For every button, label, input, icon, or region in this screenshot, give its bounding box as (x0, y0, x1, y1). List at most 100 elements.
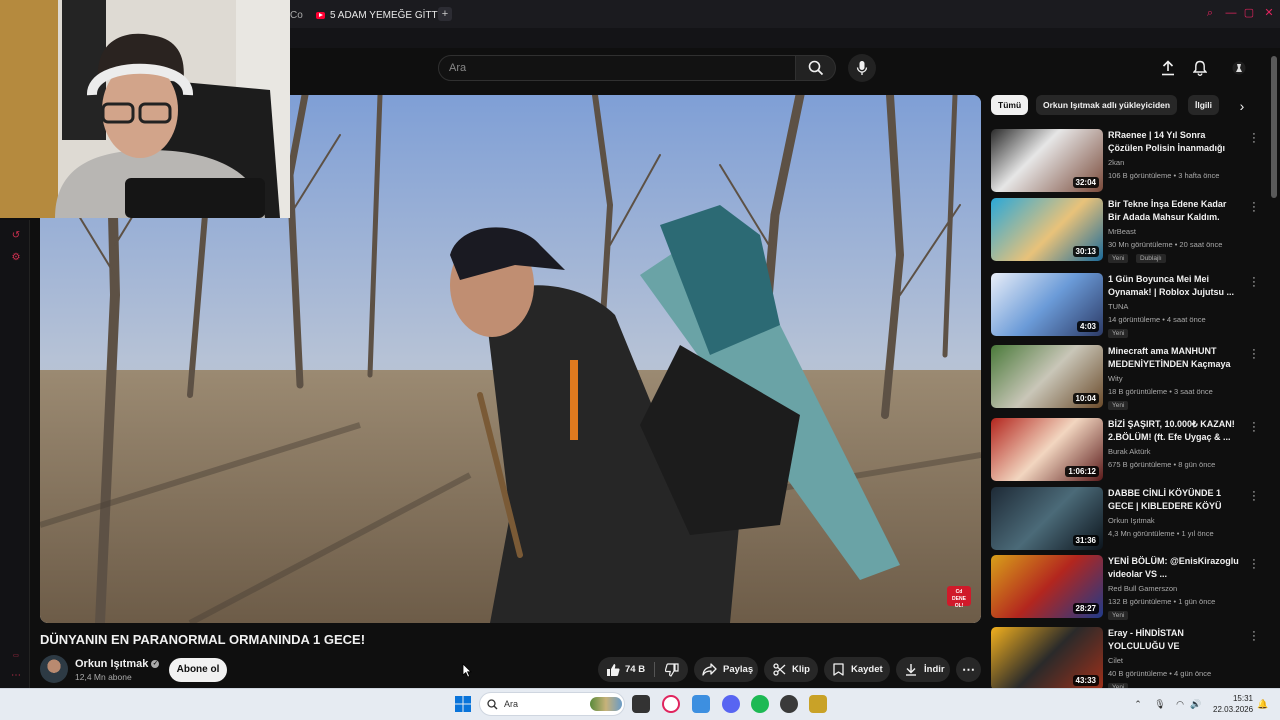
settings-icon[interactable]: ⚙ (10, 252, 22, 264)
video-title[interactable]: Eray - HİNDİSTAN YOLCULUĞU VE HİNDİSTAND… (1108, 627, 1240, 653)
channel-avatar[interactable] (40, 655, 68, 683)
video-title[interactable]: YENİ BÖLÜM: @EnisKirazoglu videolar VS .… (1108, 555, 1240, 581)
search-tabs-icon[interactable]: ⌕ (1203, 6, 1217, 20)
page-scrollbar[interactable] (1271, 56, 1277, 198)
video-title[interactable]: 1 Gün Boyunca Mei Mei Oynamak! | Roblox … (1108, 273, 1240, 299)
tray-overflow-icon[interactable]: ⌃ (1132, 698, 1144, 710)
more-vertical-icon[interactable]: · · · (1250, 418, 1258, 437)
app-icon-settings[interactable] (692, 695, 710, 713)
youtube-favicon-icon (316, 11, 325, 19)
start-button[interactable] (454, 695, 472, 713)
tab-active-video[interactable]: 5 ADAM YEMEĞE GİTTİK, (316, 6, 450, 24)
history-icon[interactable]: ↺ (10, 230, 22, 242)
recommendation-item[interactable]: 4:03 1 Gün Boyunca Mei Mei Oynamak! | Rob… (991, 273, 1261, 339)
more-vertical-icon[interactable]: · · · (1250, 273, 1258, 292)
new-badge: Yeni (1108, 401, 1129, 410)
channel-name[interactable]: Cilet (1108, 656, 1123, 665)
maximize-icon[interactable]: ▢ (1242, 6, 1256, 20)
create-upload-button[interactable] (1158, 58, 1178, 78)
recommendation-item[interactable]: 32:04 RRaenee | 14 Yıl Sonra Çözülen Poli… (991, 129, 1261, 195)
notifications-button[interactable] (1190, 58, 1210, 78)
video-title[interactable]: DABBE CİNLİ KÖYÜNDE 1 GECE | KIBLEDERE K… (1108, 487, 1240, 513)
notification-center-icon[interactable]: 🔔 (1257, 698, 1269, 710)
game-launcher-icon[interactable] (809, 695, 827, 713)
share-label: Paylaş (723, 664, 754, 675)
like-button[interactable]: 74 B (598, 663, 654, 677)
search-highlight-image (590, 697, 622, 711)
discord-icon[interactable] (722, 695, 740, 713)
video-thumbnail[interactable]: 10:04 (991, 345, 1103, 408)
close-window-icon[interactable]: ✕ (1262, 6, 1276, 20)
search-icon (808, 60, 823, 76)
more-vertical-icon[interactable]: · · · (1250, 627, 1258, 646)
more-vertical-icon[interactable]: · · · (1250, 487, 1258, 506)
search-button[interactable] (796, 55, 836, 81)
sidebar-setup-icon[interactable]: ▭ (10, 650, 22, 662)
voice-search-button[interactable] (848, 54, 876, 82)
chip-from-uploader[interactable]: Orkun Işıtmak adlı yükleyiciden (1036, 95, 1178, 115)
more-vertical-icon[interactable]: · · · (1250, 129, 1258, 148)
channel-name[interactable]: Wity (1108, 374, 1123, 383)
clip-button[interactable]: Klip (764, 657, 818, 682)
volume-icon[interactable]: 🔊 (1190, 698, 1202, 710)
video-thumbnail[interactable]: 43:33 (991, 627, 1103, 690)
more-horizontal-icon: ⋯ (962, 661, 975, 677)
video-thumbnail[interactable]: 1:06:12 (991, 418, 1103, 481)
chevron-right-icon[interactable]: › (1234, 98, 1250, 114)
more-icon[interactable]: ⋯ (10, 670, 22, 682)
more-vertical-icon[interactable]: · · · (1250, 555, 1258, 574)
search-input[interactable] (449, 56, 789, 80)
channel-name[interactable]: 2kan (1108, 158, 1124, 167)
recommendation-item[interactable]: 43:33 Eray - HİNDİSTAN YOLCULUĞU VE HİNDİ… (991, 627, 1261, 693)
recommendation-item[interactable]: 31:36 DABBE CİNLİ KÖYÜNDE 1 GECE | KIBLED… (991, 487, 1261, 553)
channel-name[interactable]: Burak Aktürk (1108, 447, 1151, 456)
dislike-button[interactable] (655, 662, 688, 677)
view-count: 106 B görüntüleme (1108, 171, 1172, 180)
save-button[interactable]: Kaydet (824, 657, 890, 682)
recommendation-item[interactable]: 10:04 Minecraft ama MANHUNT MEDENİYETİNDE… (991, 345, 1261, 411)
spotify-icon[interactable] (751, 695, 769, 713)
new-tab-button[interactable]: + (438, 7, 452, 21)
video-thumbnail[interactable]: 30:13 (991, 198, 1103, 261)
video-thumbnail[interactable]: 31:36 (991, 487, 1103, 550)
channel-name[interactable]: TUNA (1108, 302, 1128, 311)
more-vertical-icon[interactable]: · · · (1250, 345, 1258, 364)
video-title[interactable]: Minecraft ama MANHUNT MEDENİYETİNDEN Kaç… (1108, 345, 1240, 371)
video-thumbnail[interactable]: 32:04 (991, 129, 1103, 192)
video-title[interactable]: BİZİ ŞAŞIRT, 10.000₺ KAZAN! 2.BÖLÜM! (ft… (1108, 418, 1240, 444)
taskbar-clock[interactable]: 15:31 22.03.2026 (1213, 693, 1253, 715)
video-meta: 132 B görüntüleme • 1 gün önce (1108, 597, 1216, 606)
video-thumbnail[interactable]: 4:03 (991, 273, 1103, 336)
tab-partial[interactable]: Co (290, 6, 303, 24)
chip-related[interactable]: İlgili (1188, 95, 1219, 115)
webcam-overlay (0, 0, 290, 218)
minimize-icon[interactable]: — (1224, 6, 1238, 20)
wifi-icon[interactable]: ◠ (1174, 698, 1186, 710)
task-view-icon[interactable] (632, 695, 650, 713)
channel-name[interactable]: Red Bull Gamerszon (1108, 584, 1177, 593)
recommendation-item[interactable]: 1:06:12 BİZİ ŞAŞIRT, 10.000₺ KAZAN! 2.BÖL… (991, 418, 1261, 484)
tray-mic-icon[interactable]: 🎙 (1154, 698, 1166, 710)
video-duration: 30:13 (1072, 246, 1099, 257)
opera-gx-icon[interactable] (662, 695, 680, 713)
subscribe-overlay-badge[interactable]: Cd DENE OL! (947, 586, 971, 609)
recommendation-item[interactable]: 30:13 Bir Tekne İnşa Edene Kadar Bir Adad… (991, 198, 1261, 264)
upload-age: 3 saat önce (1174, 387, 1213, 396)
view-count: 132 B görüntüleme (1108, 597, 1172, 606)
chip-all[interactable]: Tümü (991, 95, 1029, 115)
video-title[interactable]: RRaenee | 14 Yıl Sonra Çözülen Polisin İ… (1108, 129, 1240, 155)
download-button[interactable]: İndir (896, 657, 950, 682)
channel-name[interactable]: Orkun Işıtmak (1108, 516, 1155, 525)
recommendation-item[interactable]: 28:27 YENİ BÖLÜM: @EnisKirazoglu videolar… (991, 555, 1261, 621)
video-meta: 40 B görüntüleme • 4 gün önce (1108, 669, 1212, 678)
subscribe-button[interactable]: Abone ol (169, 658, 227, 682)
share-button[interactable]: Paylaş (694, 657, 758, 682)
more-actions-button[interactable]: ⋯ (956, 657, 981, 682)
channel-name[interactable]: MrBeast (1108, 227, 1136, 236)
more-vertical-icon[interactable]: · · · (1250, 198, 1258, 217)
channel-name[interactable]: Orkun Işıtmak ✓ (75, 658, 160, 670)
video-title[interactable]: Bir Tekne İnşa Edene Kadar Bir Adada Mah… (1108, 198, 1240, 224)
account-avatar[interactable] (1229, 58, 1249, 78)
video-thumbnail[interactable]: 28:27 (991, 555, 1103, 618)
obs-icon[interactable] (780, 695, 798, 713)
